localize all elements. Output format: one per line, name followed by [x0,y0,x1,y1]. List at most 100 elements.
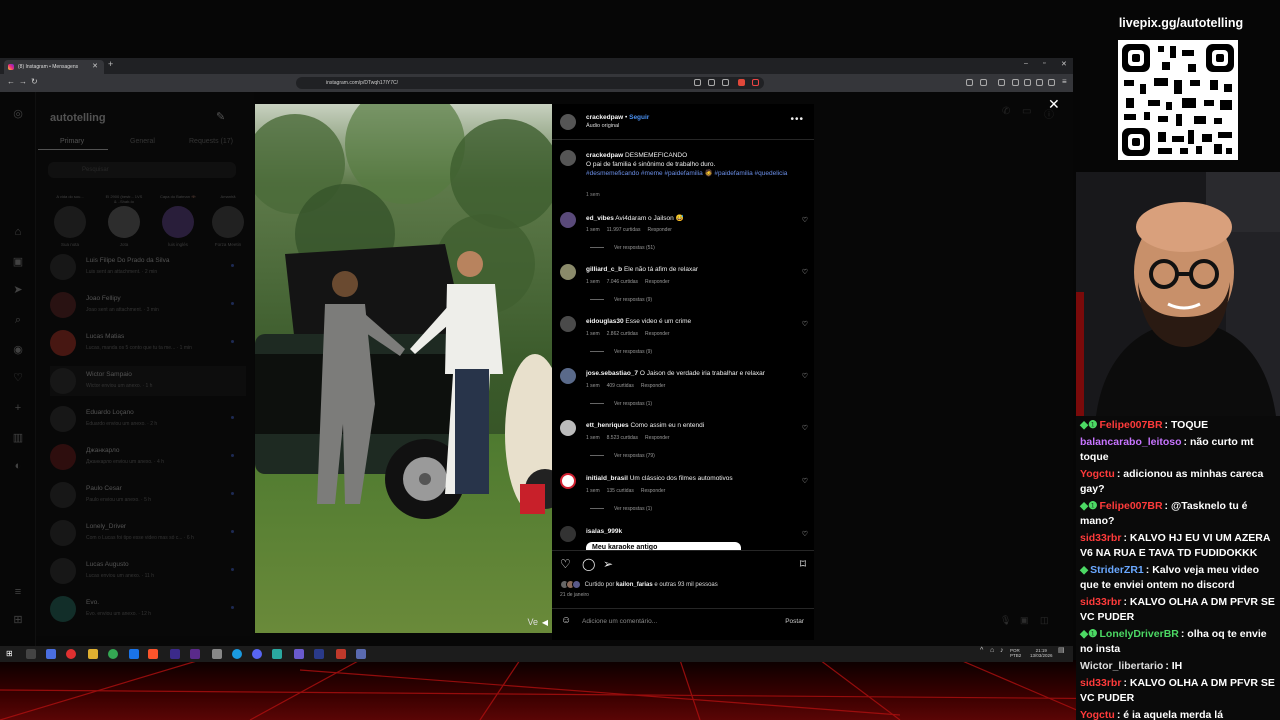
app-icon[interactable] [66,649,76,659]
volume-icon[interactable]: ♪ [1000,647,1004,654]
liked-by-suffix[interactable]: e outras 93 mil pessoas [654,582,717,588]
share-icon[interactable] [722,79,729,86]
media-encoder-icon[interactable] [190,649,200,659]
comment-user[interactable]: eidouglas30 [586,318,624,325]
chat-username[interactable]: Yogctu [1080,468,1115,480]
chat-username[interactable]: Felipe007BR [1100,419,1163,431]
avatar[interactable] [560,212,576,228]
chat-username[interactable]: sid33rbr [1080,677,1121,689]
caption-tags[interactable]: #desmemeficando #meme #paidefamilia 🧔 #p… [586,170,787,177]
comment-media-preview[interactable]: Meu karaoke antigo [586,542,741,550]
keyboard-language[interactable]: POR PTB2 [1010,648,1021,658]
brave-icon[interactable] [148,649,158,659]
extension-icon[interactable] [980,79,987,86]
app-icon[interactable] [272,649,282,659]
file-explorer-icon[interactable] [88,649,98,659]
network-icon[interactable]: ⌂ [990,647,994,654]
comment-likes[interactable]: 11.997 curtidas [607,227,641,233]
avatar[interactable] [560,264,576,280]
like-comment-icon[interactable]: ♡ [802,320,808,328]
view-replies[interactable]: Ver respostas (9) [590,349,652,355]
app-icon[interactable] [336,649,346,659]
avatar[interactable] [560,420,576,436]
follow-button[interactable]: Seguir [629,114,649,121]
tab-close-icon[interactable]: ✕ [92,60,98,74]
tab-instagram[interactable]: (8) Instagram • Mensagens ✕ [4,60,104,74]
app-icon[interactable] [232,649,242,659]
back-icon[interactable]: ← [7,77,15,86]
like-comment-icon[interactable]: ♡ [802,477,808,485]
view-replies[interactable]: Ver respostas (9) [590,297,652,303]
extension-icon[interactable] [998,79,1005,86]
windows-start-icon[interactable]: ⊞ [6,649,16,659]
notification-icon[interactable]: ▤ [1058,647,1065,654]
extension-icon[interactable] [1036,79,1043,86]
share-icon[interactable]: ➢ [603,557,613,571]
menu-icon[interactable]: ≡ [1062,77,1067,86]
caption-user[interactable]: crackedpaw [586,152,623,159]
comment-likes[interactable]: 7.046 curtidas [607,279,638,285]
discord-icon[interactable] [252,649,262,659]
app-icon[interactable] [46,649,56,659]
reply-button[interactable]: Responder [645,435,669,441]
comment-input[interactable]: Adicione um comentário... [582,618,657,625]
page-icon[interactable] [694,79,701,86]
close-window-icon[interactable]: ✕ [1061,60,1067,68]
sidebar-icon[interactable] [1012,79,1019,86]
like-comment-icon[interactable]: ♡ [802,216,808,224]
chat-username[interactable]: Yogctu [1080,709,1115,720]
extension-icon[interactable] [966,79,973,86]
avatar[interactable] [560,316,576,332]
chat-username[interactable]: Felipe007BR [1100,500,1163,512]
rewards-icon[interactable] [752,79,759,86]
wallet-icon[interactable] [1024,79,1031,86]
like-icon[interactable]: ♡ [560,557,571,571]
chat-username[interactable]: Wictor_libertario [1080,660,1163,672]
chat-username[interactable]: LonelyDriverBR [1100,628,1179,640]
brave-shield-icon[interactable] [738,79,745,86]
comment-likes[interactable]: 409 curtidas [607,383,634,389]
view-replies[interactable]: Ver respostas (79) [590,453,655,459]
reply-button[interactable]: Responder [645,279,669,285]
liked-by-user[interactable]: kailon_farias [616,582,653,588]
author-name[interactable]: crackedpaw [586,114,623,121]
reply-button[interactable]: Responder [641,383,665,389]
audio-label[interactable]: Áudio original [586,123,619,129]
more-options-icon[interactable]: ••• [790,114,804,125]
comment-likes[interactable]: 135 curtidas [607,488,634,494]
premiere-icon[interactable] [170,649,180,659]
save-icon[interactable]: ⌑ [800,557,806,571]
view-replies[interactable]: Ver respostas (51) [590,245,655,251]
view-replies[interactable]: Ver respostas (1) [590,506,652,512]
forward-icon[interactable]: → [19,77,27,86]
comment-user[interactable]: gilliard_c_b [586,266,622,273]
reply-button[interactable]: Responder [641,488,665,494]
chat-username[interactable]: StriderZR1 [1090,564,1144,576]
comment-user[interactable]: initiald_brasil [586,475,628,482]
reply-button[interactable]: Responder [645,331,669,337]
comment-user[interactable]: jose.sebastiao_7 [586,370,638,377]
like-comment-icon[interactable]: ♡ [802,372,808,380]
emoji-icon[interactable]: ☺ [561,615,571,626]
like-comment-icon[interactable]: ♡ [802,268,808,276]
comment-user[interactable]: ett_henriques [586,422,629,429]
chrome-icon[interactable] [108,649,118,659]
reload-icon[interactable]: ↻ [31,77,38,86]
close-icon[interactable]: ✕ [1048,96,1060,113]
caption-avatar[interactable] [560,150,576,166]
app-icon[interactable] [356,649,366,659]
avatar[interactable] [560,368,576,384]
app-icon[interactable] [294,649,304,659]
comment-likes[interactable]: 8.523 curtidas [607,435,638,441]
post-video[interactable]: Ve ◀ [255,104,552,633]
chat-username[interactable]: balancarabo_leitoso [1080,436,1182,448]
notepad-icon[interactable] [212,649,222,659]
author-avatar[interactable] [560,114,576,130]
comment-icon[interactable]: ◯ [582,557,595,571]
reply-button[interactable]: Responder [647,227,671,233]
post-comment-button[interactable]: Postar [785,618,804,625]
view-replies[interactable]: Ver respostas (1) [590,401,652,407]
comment-user[interactable]: ed_vibes [586,215,614,222]
task-view-icon[interactable] [26,649,36,659]
after-effects-icon[interactable] [314,649,324,659]
